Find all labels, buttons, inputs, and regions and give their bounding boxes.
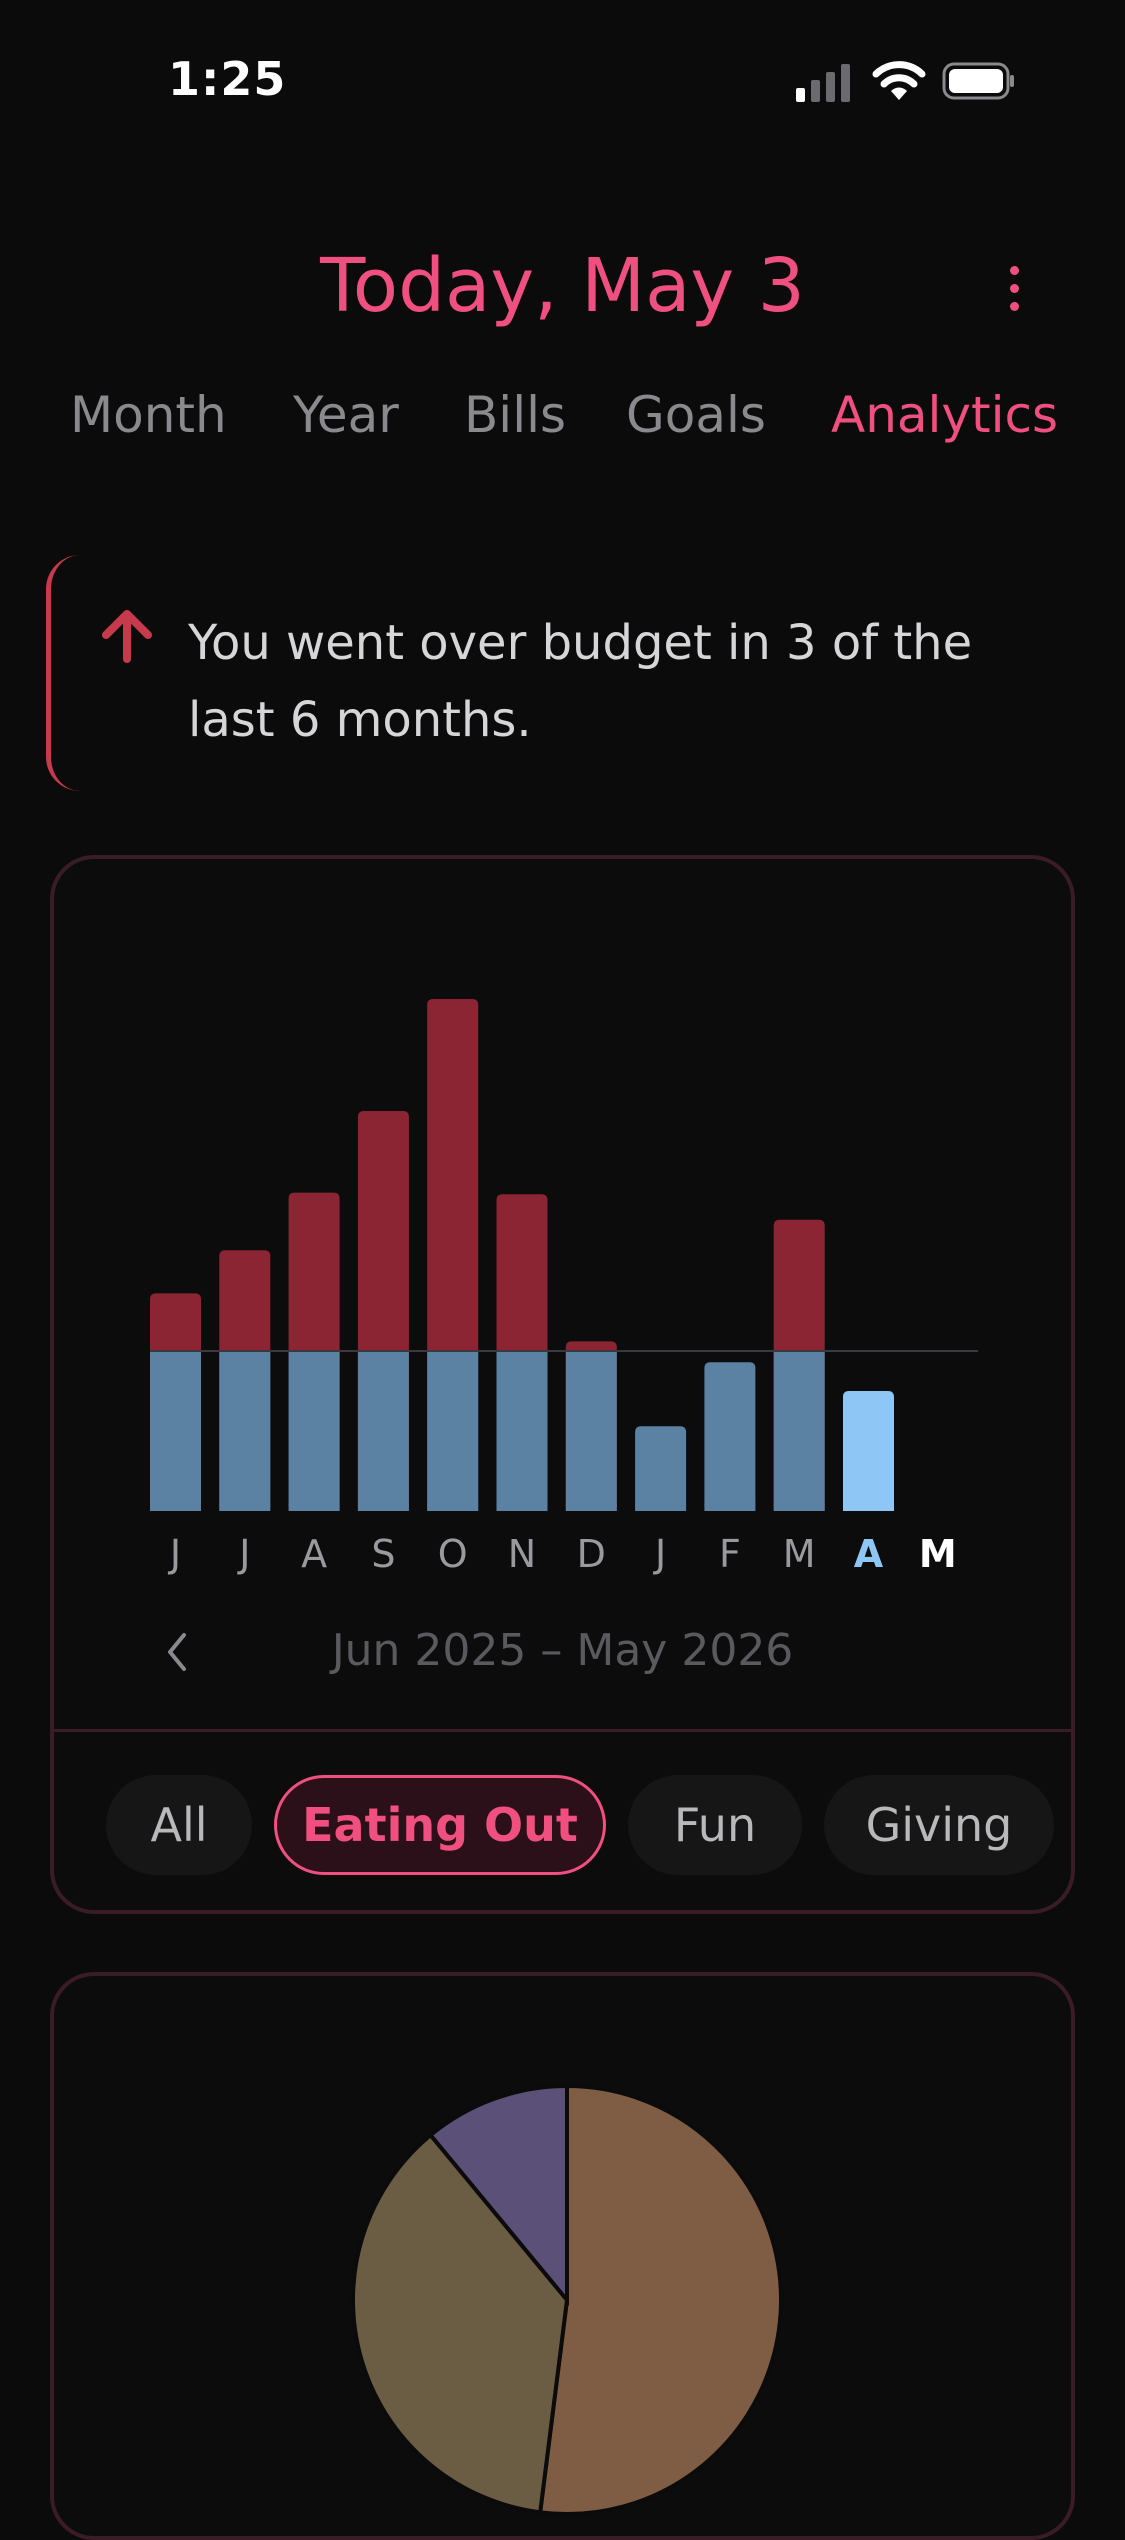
arrow-up-icon — [102, 610, 152, 663]
month-tick-label[interactable]: A — [301, 1532, 327, 1576]
month-tick-label[interactable]: F — [719, 1532, 741, 1576]
page-title: Today, May 3 — [320, 243, 805, 329]
tab-month[interactable]: Month — [70, 386, 227, 444]
bar-within-budget — [496, 1351, 548, 1511]
category-pie-chart — [351, 2083, 783, 2516]
bar-base — [357, 1499, 409, 1511]
month-tick-label[interactable]: J — [653, 1532, 666, 1576]
bar-within-budget — [150, 1351, 201, 1511]
bar-base — [704, 1499, 756, 1511]
month-tick-label[interactable]: S — [371, 1532, 395, 1576]
budget-alert: You went over budget in 3 of the last 6 … — [46, 555, 1076, 795]
date-range-label: Jun 2025 – May 2026 — [331, 1625, 794, 1676]
filter-all[interactable]: All — [106, 1775, 252, 1875]
battery-icon — [942, 62, 1014, 100]
spending-bar-chart: JJASONDJFMAM — [150, 999, 978, 1576]
month-tick-label[interactable]: N — [508, 1532, 536, 1576]
bar-within-budget — [288, 1351, 340, 1511]
bar-base — [150, 1499, 201, 1511]
more-dot — [1010, 266, 1019, 275]
month-tick-label[interactable]: J — [168, 1532, 181, 1576]
month-tick-label[interactable]: O — [438, 1532, 468, 1576]
pie-slice[interactable] — [537, 2083, 783, 2516]
month-tick-label[interactable]: M — [783, 1532, 816, 1576]
filter-eating-out[interactable]: Eating Out — [274, 1775, 606, 1875]
bar-base — [565, 1499, 617, 1511]
more-dot — [1010, 284, 1019, 293]
alert-text: You went over budget in 3 of the last 6 … — [188, 615, 973, 748]
bar-within-budget[interactable] — [635, 1426, 687, 1511]
tab-analytics[interactable]: Analytics — [831, 386, 1058, 444]
bar-within-budget[interactable] — [843, 1391, 894, 1511]
tab-year[interactable]: Year — [293, 386, 399, 444]
bar-within-budget[interactable] — [704, 1362, 756, 1511]
bar-within-budget — [357, 1351, 409, 1511]
alert-bracket — [46, 555, 87, 791]
bar-base — [288, 1499, 340, 1511]
wifi-icon — [872, 61, 926, 100]
month-tick-label[interactable]: J — [237, 1532, 250, 1576]
bar-base — [773, 1499, 825, 1511]
bar-within-budget — [427, 1351, 479, 1511]
bar-base — [427, 1499, 479, 1511]
bar-within-budget — [565, 1351, 617, 1511]
month-tick-label[interactable]: A — [854, 1532, 884, 1576]
more-dot — [1010, 302, 1019, 311]
bar-within-budget — [773, 1351, 825, 1511]
status-time: 1:25 — [168, 52, 287, 106]
filter-giving[interactable]: Giving — [824, 1775, 1054, 1875]
category-pie-card — [50, 1972, 1075, 2540]
bar-base — [496, 1499, 548, 1511]
bar-base — [635, 1499, 687, 1511]
bar-base — [843, 1499, 894, 1511]
spending-chart-card: JJASONDJFMAM Jun 2025 – May 2026 All Eat… — [50, 855, 1075, 1914]
bar-within-budget — [219, 1351, 271, 1511]
tab-bills[interactable]: Bills — [464, 386, 566, 444]
more-options-button[interactable] — [992, 262, 1036, 316]
filter-fun[interactable]: Fun — [628, 1775, 802, 1875]
tab-goals[interactable]: Goals — [626, 386, 766, 444]
month-tick-label[interactable]: M — [919, 1532, 957, 1576]
cellular-signal-icon — [796, 62, 856, 102]
month-tick-label[interactable]: D — [577, 1532, 606, 1576]
card-divider — [54, 1729, 1071, 1732]
bar-base — [219, 1499, 271, 1511]
